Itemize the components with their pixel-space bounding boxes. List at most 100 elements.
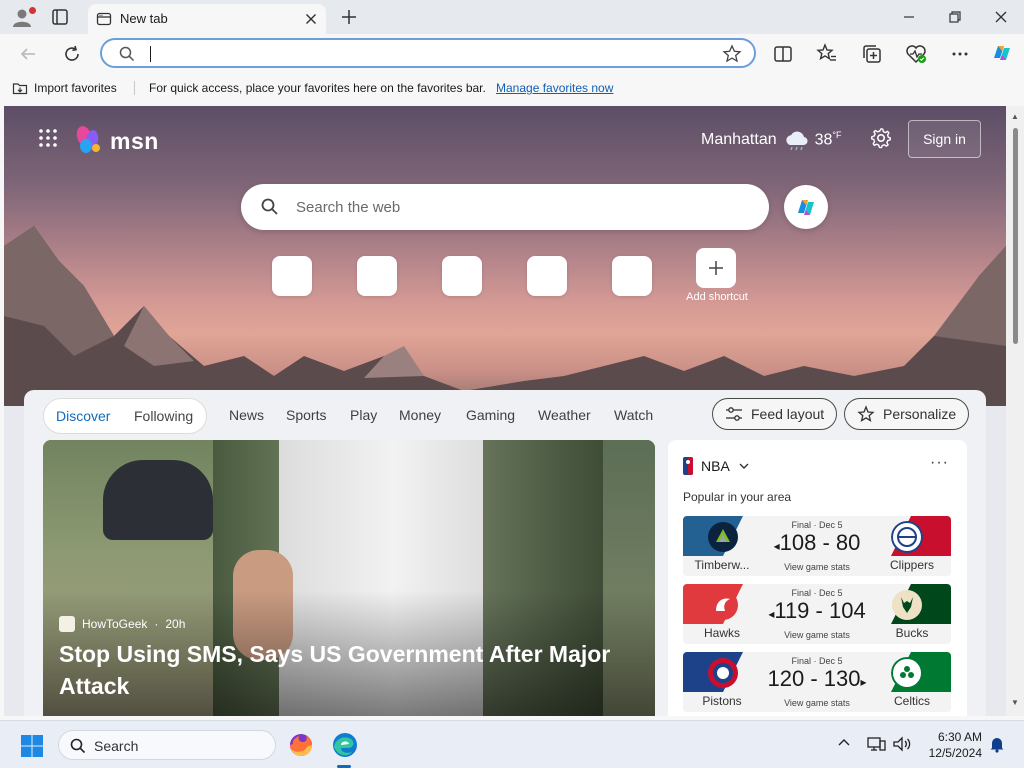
copilot-sidebar-icon[interactable] xyxy=(989,40,1015,66)
new-tab-plus-icon[interactable] xyxy=(338,6,360,28)
scroll-up-arrow-icon[interactable]: ▲ xyxy=(1011,112,1019,121)
shortcut-tile[interactable] xyxy=(272,256,312,296)
view-game-stats[interactable]: View game stats xyxy=(767,698,867,708)
app-launcher-icon[interactable] xyxy=(38,128,58,148)
card-more-options[interactable]: ··· xyxy=(930,454,949,472)
news-feed: Discover Following News Sports Play Mone… xyxy=(24,390,986,716)
profile-button[interactable] xyxy=(10,6,36,28)
minimize-icon[interactable] xyxy=(897,6,921,28)
taskbar-search[interactable]: Search xyxy=(58,730,276,760)
shortcut-tile[interactable] xyxy=(442,256,482,296)
temperature-unit: °F xyxy=(832,130,842,141)
timberwolves-logo-icon xyxy=(708,522,738,552)
add-icon xyxy=(709,261,723,275)
shortcut-tile[interactable] xyxy=(357,256,397,296)
web-search-icon xyxy=(261,198,278,215)
restore-icon[interactable] xyxy=(943,6,967,28)
personalize-button[interactable]: Personalize xyxy=(844,398,970,430)
favorites-bar: Import favorites For quick access, place… xyxy=(0,74,1024,102)
favorites-divider xyxy=(134,81,135,95)
more-options-icon[interactable] xyxy=(948,42,972,66)
msn-logo[interactable]: msn xyxy=(74,124,164,156)
back-icon[interactable] xyxy=(16,42,40,66)
edge-icon[interactable] xyxy=(330,730,360,760)
story-headline[interactable]: Stop Using SMS, Says US Government After… xyxy=(59,638,639,702)
view-game-stats[interactable]: View game stats xyxy=(767,630,867,640)
nba-league-selector[interactable]: NBA xyxy=(683,457,750,475)
clippers-logo-icon xyxy=(891,521,923,553)
nav-news[interactable]: News xyxy=(229,407,264,423)
firefox-icon[interactable] xyxy=(286,730,316,760)
story-source: HowToGeek · 20h xyxy=(59,616,185,632)
celtics-logo-icon xyxy=(891,657,923,689)
address-input[interactable] xyxy=(146,44,706,62)
web-search-box[interactable]: Search the web xyxy=(241,184,769,230)
msn-butterfly-icon xyxy=(76,126,100,153)
game-score: ◂108 - 80 xyxy=(761,530,873,556)
sign-in-button[interactable]: Sign in xyxy=(908,120,981,158)
score-value: 108 - 80 xyxy=(779,530,861,555)
windows-start-icon[interactable] xyxy=(20,734,44,758)
add-shortcut-label: Add shortcut xyxy=(686,291,748,303)
split-screen-icon[interactable] xyxy=(771,42,795,66)
close-tab-icon[interactable] xyxy=(302,10,320,28)
nav-money[interactable]: Money xyxy=(399,407,441,423)
sliders-icon xyxy=(726,407,742,421)
new-tab-page-icon xyxy=(96,12,112,26)
feed-tab-switcher: Discover Following xyxy=(43,398,207,434)
chevron-up-icon[interactable] xyxy=(836,735,852,751)
import-favorites-button[interactable]: Import favorites xyxy=(12,80,117,96)
shortcut-tile[interactable] xyxy=(612,256,652,296)
weather-temperature: 38°F xyxy=(815,130,842,149)
game-status: Final · Dec 5 xyxy=(791,588,843,598)
text-caret xyxy=(150,46,151,62)
notifications-bell-icon[interactable] xyxy=(988,735,1006,753)
msn-wordmark: msn xyxy=(110,128,159,154)
view-game-stats[interactable]: View game stats xyxy=(767,562,867,572)
favorites-icon[interactable] xyxy=(815,42,839,66)
nav-play[interactable]: Play xyxy=(350,407,377,423)
game-row[interactable]: Final · Dec 5 ◂119 - 104 View game stats… xyxy=(683,584,951,644)
tab-discover[interactable]: Discover xyxy=(56,408,110,424)
scroll-thumb[interactable] xyxy=(1013,128,1018,344)
web-search-placeholder: Search the web xyxy=(296,199,401,216)
tab-actions-button[interactable] xyxy=(48,6,72,28)
game-row[interactable]: Final · Dec 5 120 - 130▸ View game stats… xyxy=(683,652,951,712)
score-value: 119 - 104 xyxy=(774,598,866,623)
import-folder-icon xyxy=(12,83,28,95)
nav-weather[interactable]: Weather xyxy=(538,407,591,423)
tab-following[interactable]: Following xyxy=(134,408,193,424)
tab-new-tab[interactable]: New tab xyxy=(88,4,326,34)
shortcut-tile[interactable] xyxy=(527,256,567,296)
profile-notification-dot xyxy=(29,7,36,14)
volume-icon[interactable] xyxy=(892,735,912,753)
collections-icon[interactable] xyxy=(860,42,884,66)
system-clock[interactable]: 6:30 AM 12/5/2024 xyxy=(918,729,982,761)
nav-gaming[interactable]: Gaming xyxy=(466,407,515,423)
settings-gear-icon[interactable] xyxy=(870,127,892,149)
weather-widget[interactable]: Manhattan 38°F xyxy=(701,129,842,151)
refresh-icon[interactable] xyxy=(60,42,84,66)
feed-layout-button[interactable]: Feed layout xyxy=(712,398,838,430)
address-bar[interactable] xyxy=(100,38,756,68)
scroll-down-arrow-icon[interactable]: ▼ xyxy=(1011,698,1019,707)
close-window-icon[interactable] xyxy=(989,6,1013,28)
league-name: NBA xyxy=(701,458,730,474)
browser-essentials-icon[interactable] xyxy=(904,42,928,66)
page-scrollbar[interactable]: ▲ ▼ xyxy=(1006,106,1024,716)
search-icon xyxy=(119,46,135,62)
manage-favorites-link[interactable]: Manage favorites now xyxy=(496,81,613,95)
tab-title: New tab xyxy=(120,11,168,26)
copilot-button[interactable] xyxy=(784,185,828,229)
personalize-label: Personalize xyxy=(883,406,957,422)
away-team-name: Clippers xyxy=(889,558,934,572)
network-icon[interactable] xyxy=(866,735,886,753)
temperature-value: 38 xyxy=(814,131,833,149)
game-row[interactable]: Final · Dec 5 ◂108 - 80 View game stats … xyxy=(683,516,951,576)
add-shortcut-button[interactable] xyxy=(696,248,736,288)
hero-story-card[interactable]: HowToGeek · 20h Stop Using SMS, Says US … xyxy=(43,440,655,716)
nav-watch[interactable]: Watch xyxy=(614,407,653,423)
nav-sports[interactable]: Sports xyxy=(286,407,326,423)
away-team-name: Bucks xyxy=(895,626,929,640)
favorite-star-icon[interactable] xyxy=(722,44,742,64)
